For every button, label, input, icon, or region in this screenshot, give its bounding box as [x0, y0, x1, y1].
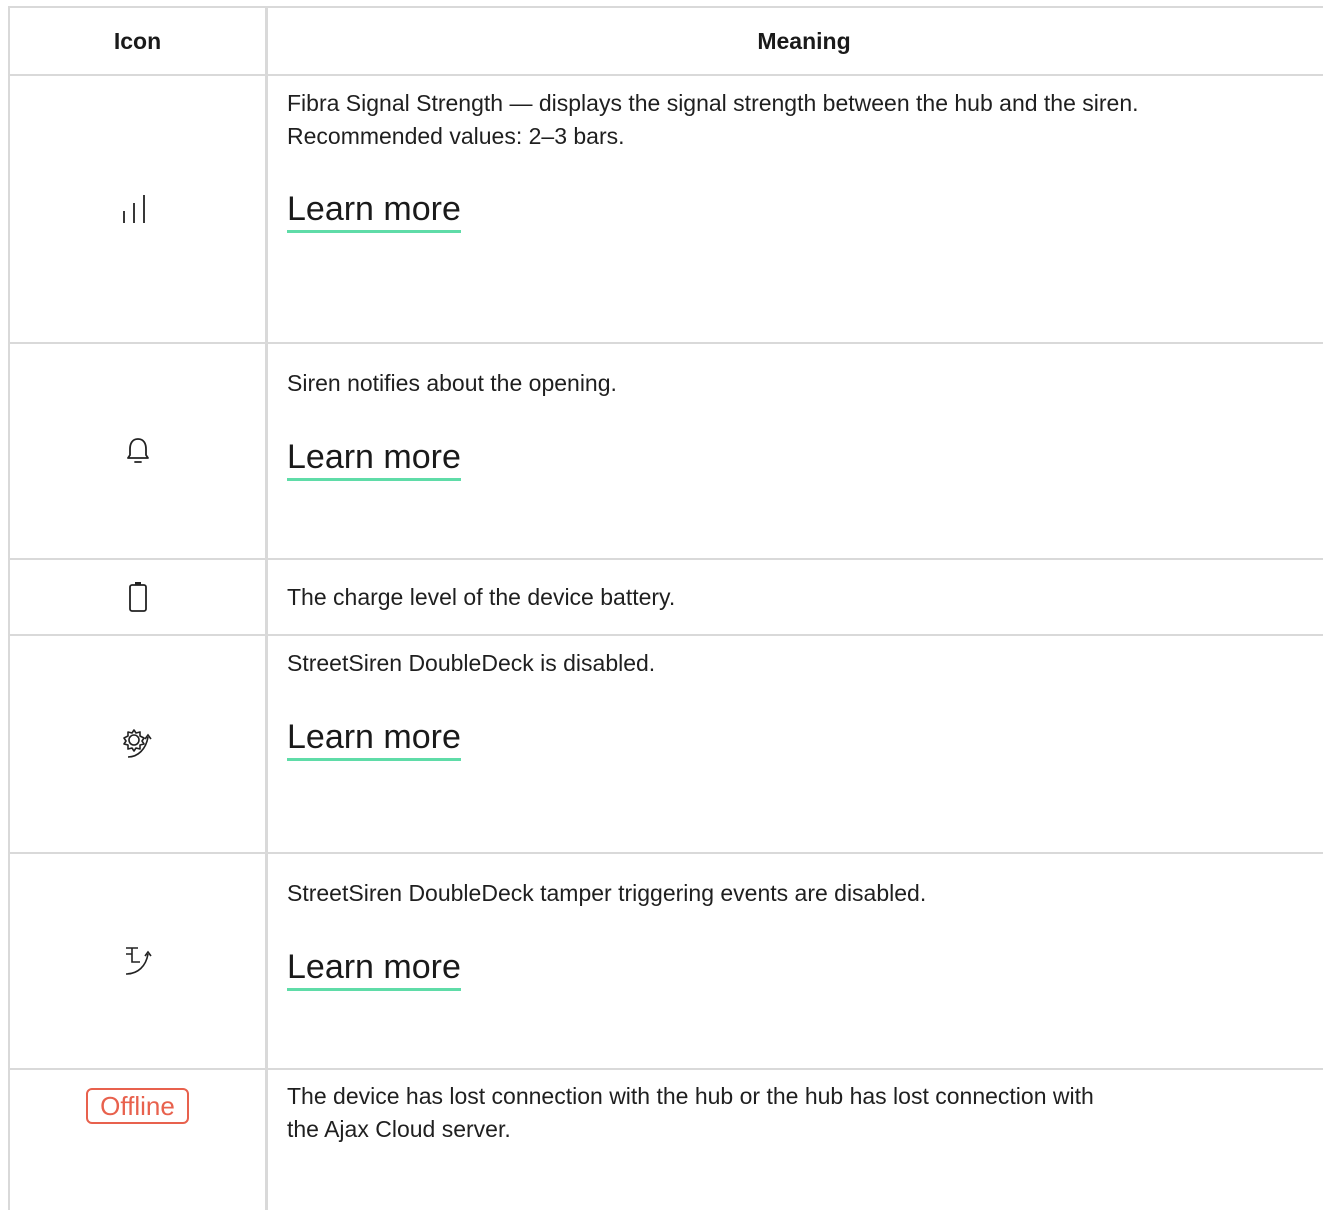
- row-meaning: StreetSiren DoubleDeck tamper triggering…: [268, 854, 1323, 1068]
- table-row: Offline The device has lost connection w…: [10, 1070, 1323, 1210]
- table-row: The charge level of the device battery.: [10, 560, 1323, 636]
- offline-cell: Offline: [10, 1070, 268, 1210]
- header-meaning-column: Meaning: [757, 27, 851, 54]
- learn-more-link[interactable]: Learn more: [287, 718, 461, 761]
- learn-more-link[interactable]: Learn more: [287, 948, 461, 991]
- row-meaning: StreetSiren DoubleDeck is disabled. Lear…: [268, 636, 1323, 852]
- meaning-text-line: StreetSiren DoubleDeck is disabled.: [287, 650, 656, 676]
- table-header-row: Icon Meaning: [10, 8, 1323, 76]
- bell-icon: [10, 344, 268, 558]
- learn-more-link[interactable]: Learn more: [287, 438, 461, 481]
- icons-table: Icon Meaning Fibra Signal Strength — dis…: [8, 6, 1323, 1210]
- signal-strength-icon: [10, 76, 268, 342]
- meaning-text-line: the Ajax Cloud server.: [287, 1116, 511, 1142]
- learn-more-link[interactable]: Learn more: [287, 190, 461, 233]
- meaning-text-line: The charge level of the device battery.: [287, 583, 676, 610]
- table-row: StreetSiren DoubleDeck is disabled. Lear…: [10, 636, 1323, 854]
- table-row: StreetSiren DoubleDeck tamper triggering…: [10, 854, 1323, 1070]
- row-meaning: Fibra Signal Strength — displays the sig…: [268, 76, 1323, 342]
- battery-icon: [10, 560, 268, 634]
- meaning-text-line: Fibra Signal Strength — displays the sig…: [287, 90, 1139, 116]
- meaning-text-line: StreetSiren DoubleDeck tamper triggering…: [287, 880, 927, 906]
- meaning-text-line: Siren notifies about the opening.: [287, 370, 617, 396]
- gear-disabled-icon: [10, 636, 268, 852]
- row-meaning: The device has lost connection with the …: [268, 1070, 1323, 1210]
- header-icon-column: Icon: [10, 8, 268, 74]
- tamper-disabled-icon: [10, 854, 268, 1068]
- row-meaning: Siren notifies about the opening. Learn …: [268, 344, 1323, 558]
- table-row: Siren notifies about the opening. Learn …: [10, 344, 1323, 560]
- table-row: Fibra Signal Strength — displays the sig…: [10, 76, 1323, 344]
- offline-badge: Offline: [86, 1088, 189, 1124]
- row-meaning: The charge level of the device battery.: [268, 560, 1323, 634]
- meaning-text-line: The device has lost connection with the …: [287, 1083, 1094, 1109]
- meaning-text-line: Recommended values: 2–3 bars.: [287, 123, 625, 149]
